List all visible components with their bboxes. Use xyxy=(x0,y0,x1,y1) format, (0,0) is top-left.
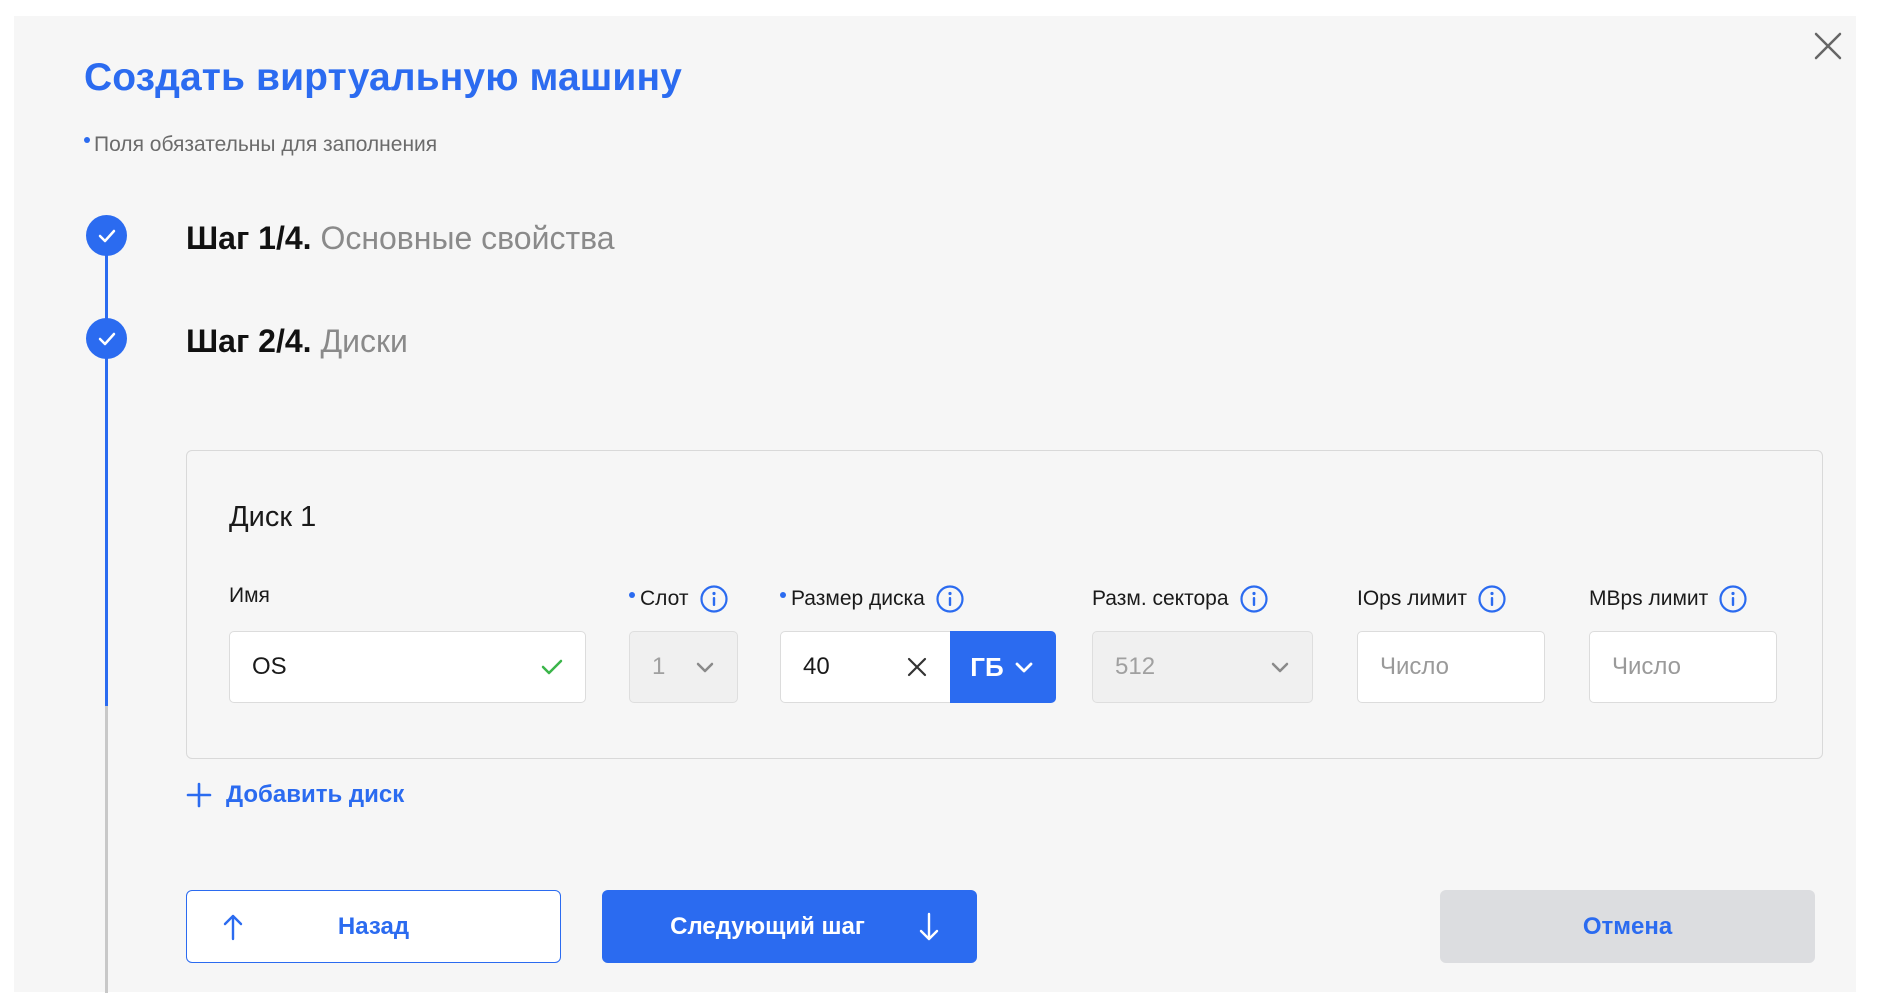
disk-card: Диск 1 Имя OS Слот 1 Размер диска 40 ГБ … xyxy=(186,450,1823,759)
progress-line-pending xyxy=(105,706,108,993)
required-marker xyxy=(629,592,635,598)
mbps-label: MBps лимит xyxy=(1589,584,1748,614)
close-icon xyxy=(1814,32,1842,60)
size-unit-select[interactable]: ГБ xyxy=(950,631,1056,703)
chevron-down-icon xyxy=(1012,655,1036,679)
plus-icon xyxy=(186,782,212,808)
check-icon xyxy=(98,229,115,242)
required-note: Поля обязательны для заполнения xyxy=(84,133,437,157)
mbps-input[interactable]: Число xyxy=(1589,631,1777,703)
arrow-up-icon xyxy=(221,913,245,941)
clear-icon[interactable] xyxy=(904,654,930,680)
step-1-done-marker xyxy=(86,215,127,256)
step-2-done-marker xyxy=(86,318,127,359)
iops-input[interactable]: Число xyxy=(1357,631,1545,703)
chevron-down-icon xyxy=(1268,655,1292,679)
info-icon[interactable] xyxy=(1718,584,1748,614)
chevron-down-icon xyxy=(693,655,717,679)
name-input[interactable]: OS xyxy=(229,631,586,703)
info-icon[interactable] xyxy=(1239,584,1269,614)
step-1-heading[interactable]: Шаг 1/4. Основные свойства xyxy=(186,220,615,257)
next-step-button[interactable]: Следующий шаг xyxy=(602,890,977,963)
step-2-heading: Шаг 2/4. Диски xyxy=(186,323,408,359)
sector-select[interactable]: 512 xyxy=(1092,631,1313,703)
cancel-button[interactable]: Отмена xyxy=(1440,890,1815,963)
arrow-down-icon xyxy=(917,912,941,942)
valid-check-icon xyxy=(539,654,565,680)
size-input[interactable]: 40 xyxy=(780,631,950,703)
info-icon[interactable] xyxy=(935,584,965,614)
iops-label: IOps лимит xyxy=(1357,584,1507,614)
slot-label: Слот xyxy=(629,584,729,614)
add-disk-button[interactable]: Добавить диск xyxy=(186,781,404,809)
check-icon xyxy=(98,332,115,345)
close-button[interactable] xyxy=(1808,26,1848,66)
size-label: Размер диска xyxy=(780,584,965,614)
back-button[interactable]: Назад xyxy=(186,890,561,963)
create-vm-dialog: Создать виртуальную машину Поля обязател… xyxy=(14,16,1856,993)
name-label: Имя xyxy=(229,584,270,607)
info-icon[interactable] xyxy=(699,584,729,614)
dialog-title: Создать виртуальную машину xyxy=(84,56,682,99)
slot-select[interactable]: 1 xyxy=(629,631,738,703)
info-icon[interactable] xyxy=(1477,584,1507,614)
sector-label: Разм. сектора xyxy=(1092,584,1269,614)
required-marker xyxy=(780,592,786,598)
disk-title: Диск 1 xyxy=(229,501,317,533)
required-marker xyxy=(84,137,90,143)
